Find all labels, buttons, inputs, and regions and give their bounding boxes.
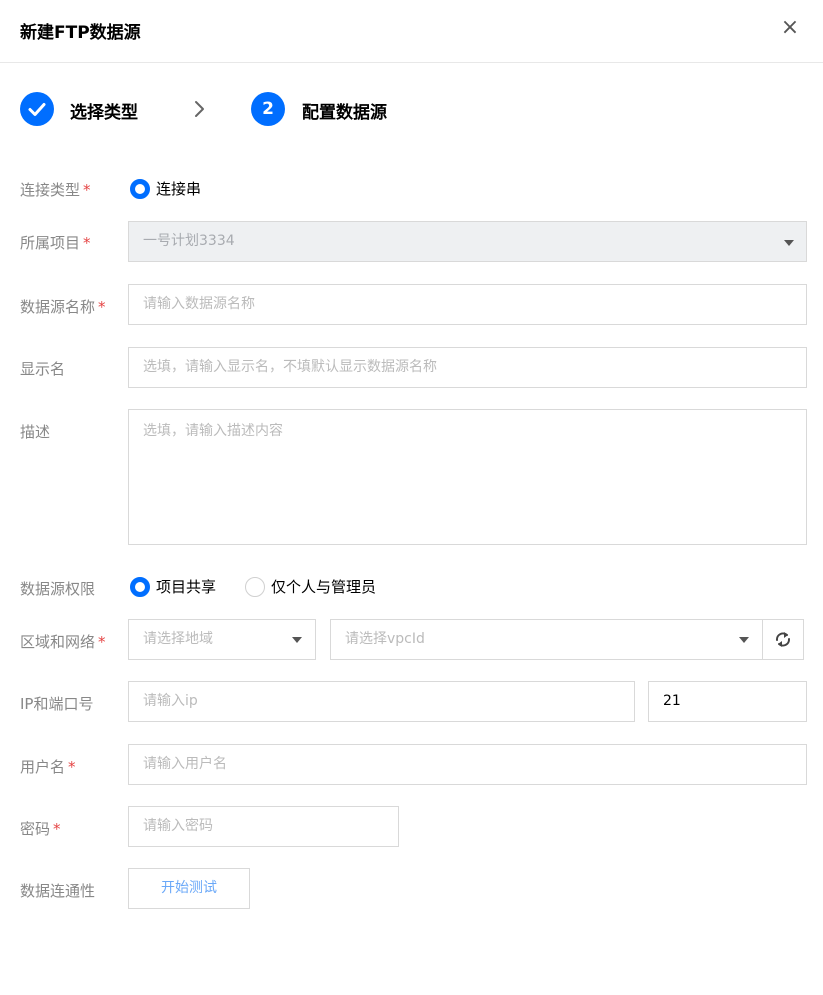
region-label: 区域和网络 * — [20, 633, 106, 651]
close-icon[interactable]: × — [776, 14, 804, 42]
permission-radio-personal[interactable]: 仅个人与管理员 — [245, 576, 405, 598]
dialog-title: 新建FTP数据源 — [20, 23, 141, 43]
dialog-header: 新建FTP数据源 × — [0, 0, 823, 63]
project-select[interactable]: 一号计划3334 — [128, 221, 807, 262]
radio-selected-icon — [130, 577, 150, 597]
ipport-label: IP和端口号 — [20, 695, 94, 713]
conn-type-radio-connstr[interactable]: 连接串 — [130, 178, 230, 200]
step-1-label: 选择类型 — [70, 103, 138, 123]
permission-label: 数据源权限 — [20, 580, 96, 598]
display-name-label: 显示名 — [20, 360, 66, 378]
project-label: 所属项目 * — [20, 234, 91, 252]
chevron-down-icon — [739, 637, 749, 643]
port-input[interactable]: 21 — [648, 681, 807, 722]
chevron-down-icon — [292, 637, 302, 643]
desc-textarea[interactable]: 选填，请输入描述内容 — [128, 409, 807, 545]
refresh-button[interactable] — [762, 619, 804, 660]
chevron-right-icon — [195, 101, 204, 117]
check-icon — [28, 103, 46, 116]
connectivity-label: 数据连通性 — [20, 882, 96, 900]
ip-input[interactable]: 请输入ip — [128, 681, 635, 722]
conn-type-label: 连接类型 * — [20, 181, 91, 199]
region-select[interactable]: 请选择地域 — [128, 619, 316, 660]
username-input[interactable]: 请输入用户名 — [128, 744, 807, 785]
test-connection-button[interactable]: 开始测试 — [128, 868, 250, 909]
refresh-icon — [776, 632, 790, 647]
ds-name-label: 数据源名称 * — [20, 298, 106, 316]
radio-selected-icon — [130, 179, 150, 199]
password-label: 密码 * — [20, 820, 61, 838]
display-name-input[interactable]: 选填，请输入显示名，不填默认显示数据源名称 — [128, 347, 807, 388]
step-1-check-icon — [20, 92, 54, 126]
step-2-label: 配置数据源 — [302, 103, 387, 123]
chevron-down-icon — [784, 240, 794, 246]
step-2-index: 2 — [251, 92, 285, 126]
vpc-select[interactable]: 请选择vpcId — [330, 619, 763, 660]
desc-label: 描述 — [20, 423, 51, 441]
radio-unselected-icon — [245, 577, 265, 597]
ds-name-input[interactable]: 请输入数据源名称 — [128, 284, 807, 325]
password-input[interactable]: 请输入密码 — [128, 806, 399, 847]
permission-radio-project[interactable]: 项目共享 — [130, 576, 230, 598]
username-label: 用户名 * — [20, 758, 76, 776]
